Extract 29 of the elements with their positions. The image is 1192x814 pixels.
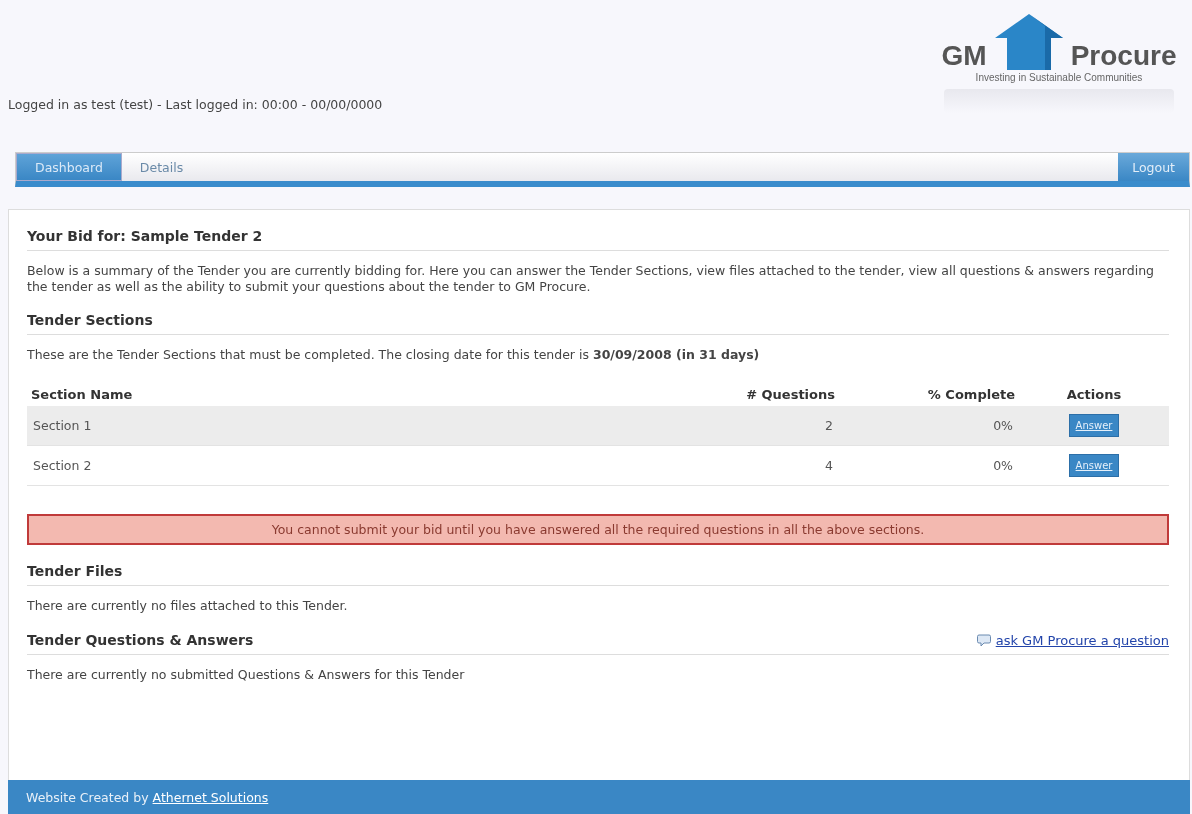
ask-question-link[interactable]: ask GM Procure a question [976,632,1169,648]
footer-credit: Website Created by Athernet Solutions [26,789,269,805]
speech-bubble-icon [976,633,991,647]
answer-button[interactable]: Answer [1068,413,1120,437]
section-heading: Tender Questions & Answers [27,631,254,648]
column-header: Actions [1065,385,1123,404]
alert-message: You cannot submit your bid until you have answered all the required questions in all the above sections. [27,513,1169,545]
column-header: Section Name [30,385,134,404]
qa-text: There are currently no submitted Questions & Answers for this Tender [27,666,466,683]
section-heading: Tender Files [27,562,123,579]
login-status: Logged in as test (test) - Last logged in: 00:00 - 00/00/0000 [8,97,383,112]
column-header: # Questions [745,385,836,404]
footer-link[interactable]: Athernet Solutions [152,789,269,805]
table-cell: 2 [639,405,839,446]
table-cell: 0% [839,405,1019,446]
nav-tab[interactable]: Details [121,153,202,181]
column-header: % Complete [926,385,1016,404]
answer-button[interactable]: Answer [1068,453,1120,477]
closing-date-text: These are the Tender Sections that must be completed. The closing date for this tender is 30/09/2008 (in 31 days) [27,347,761,363]
files-text: There are currently no files attached to this Tender. [27,597,349,614]
nav-tab[interactable]: Dashboard [16,153,122,181]
section-heading: Tender Sections [27,312,153,329]
section-heading: Your Bid for: Sample Tender 2 [27,228,263,244]
logo-tagline: Investing in Sustainable Communities [975,72,1143,83]
logo-name: Procure [1070,42,1177,70]
logout-button[interactable]: Logout [1118,153,1189,181]
table-cell: Section 1 [27,405,639,446]
logo-name: GM [941,42,987,70]
summary-text: Below is a summary of the Tender you are currently bidding for. Here you can answer the Tender Sections, view files attached to the tender, view all questions & answers regarding the tender as well as the ability to submit your questions about the tender to GM Procure. [27,263,1156,295]
